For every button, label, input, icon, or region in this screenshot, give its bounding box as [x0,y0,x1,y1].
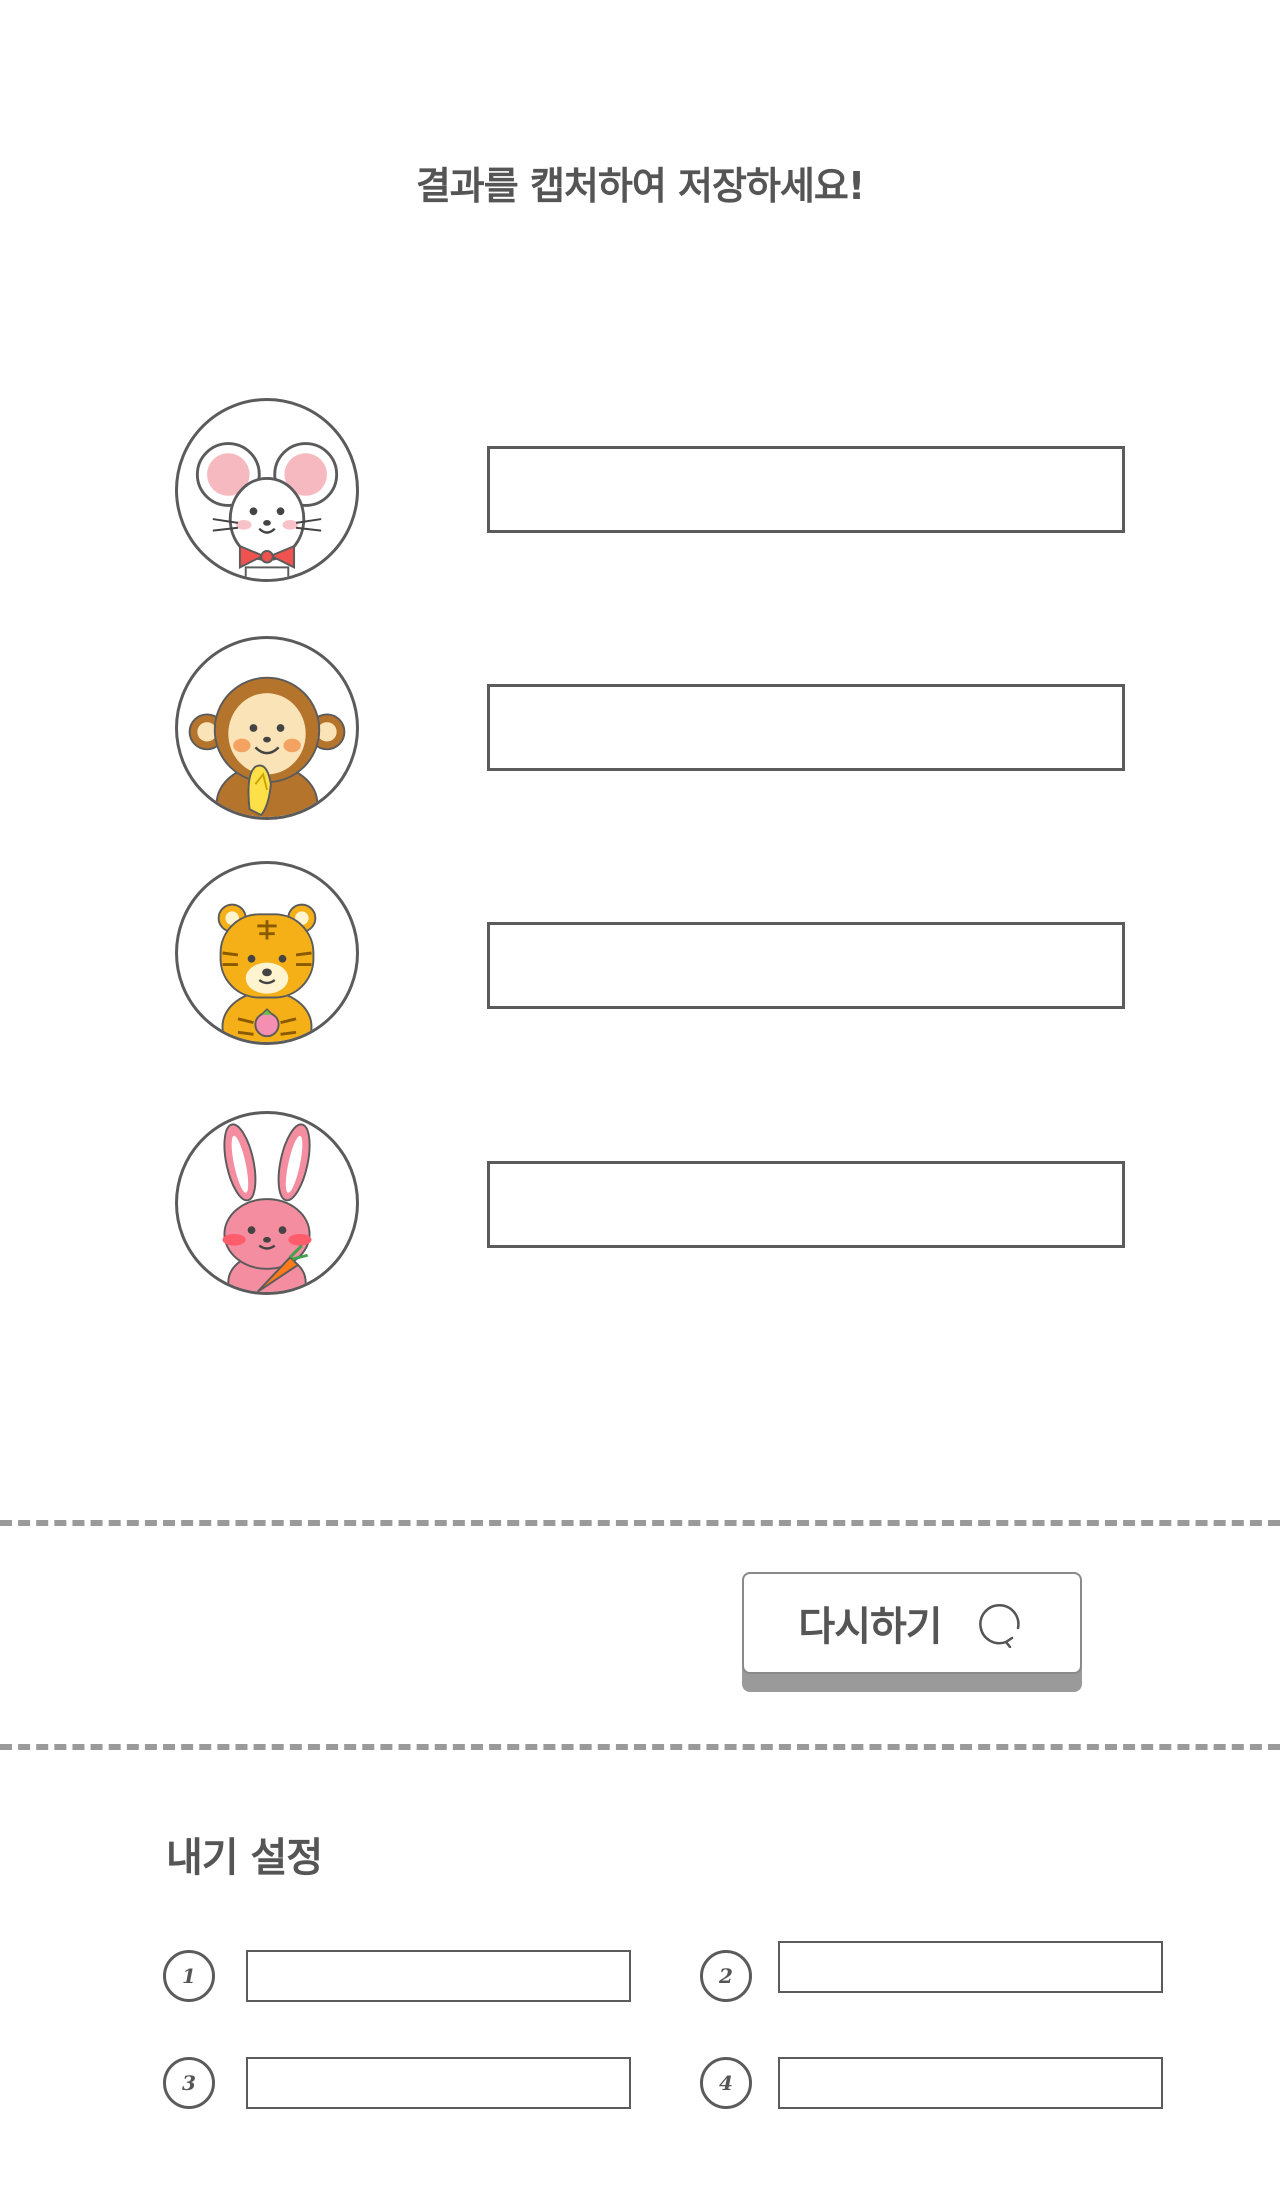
setting-number-2: 2 [700,1950,752,2002]
retry-button-label: 다시하기 [798,1604,942,1650]
retry-button[interactable]: 다시하기 [742,1572,1082,1674]
monkey-avatar [175,636,359,820]
tiger-icon [217,903,317,1042]
divider-top [0,1520,1280,1526]
mouse-icon [195,442,339,579]
setting-number-1: 1 [163,1950,215,2002]
setting-number-3: 3 [163,2057,215,2109]
setting-input-2[interactable] [778,1941,1163,1993]
page-title: 결과를 캡처하여 저장하세요! [415,164,865,208]
result-field-1 [487,446,1125,533]
mouse-avatar [175,398,359,582]
rabbit-avatar [175,1111,359,1295]
refresh-icon [978,1603,1020,1648]
setting-input-4[interactable] [778,2057,1163,2109]
settings-title: 내기 설정 [166,1835,323,1881]
result-field-4 [487,1161,1125,1248]
monkey-icon [188,676,346,817]
divider-bottom [0,1744,1280,1750]
result-field-2 [487,684,1125,771]
rabbit-icon [222,1123,312,1292]
setting-number-4: 4 [700,2057,752,2109]
tiger-avatar [175,861,359,1045]
result-field-3 [487,922,1125,1009]
retry-button-wrapper: 다시하기 [742,1572,1082,1692]
setting-input-3[interactable] [246,2057,631,2109]
setting-input-1[interactable] [246,1950,631,2002]
